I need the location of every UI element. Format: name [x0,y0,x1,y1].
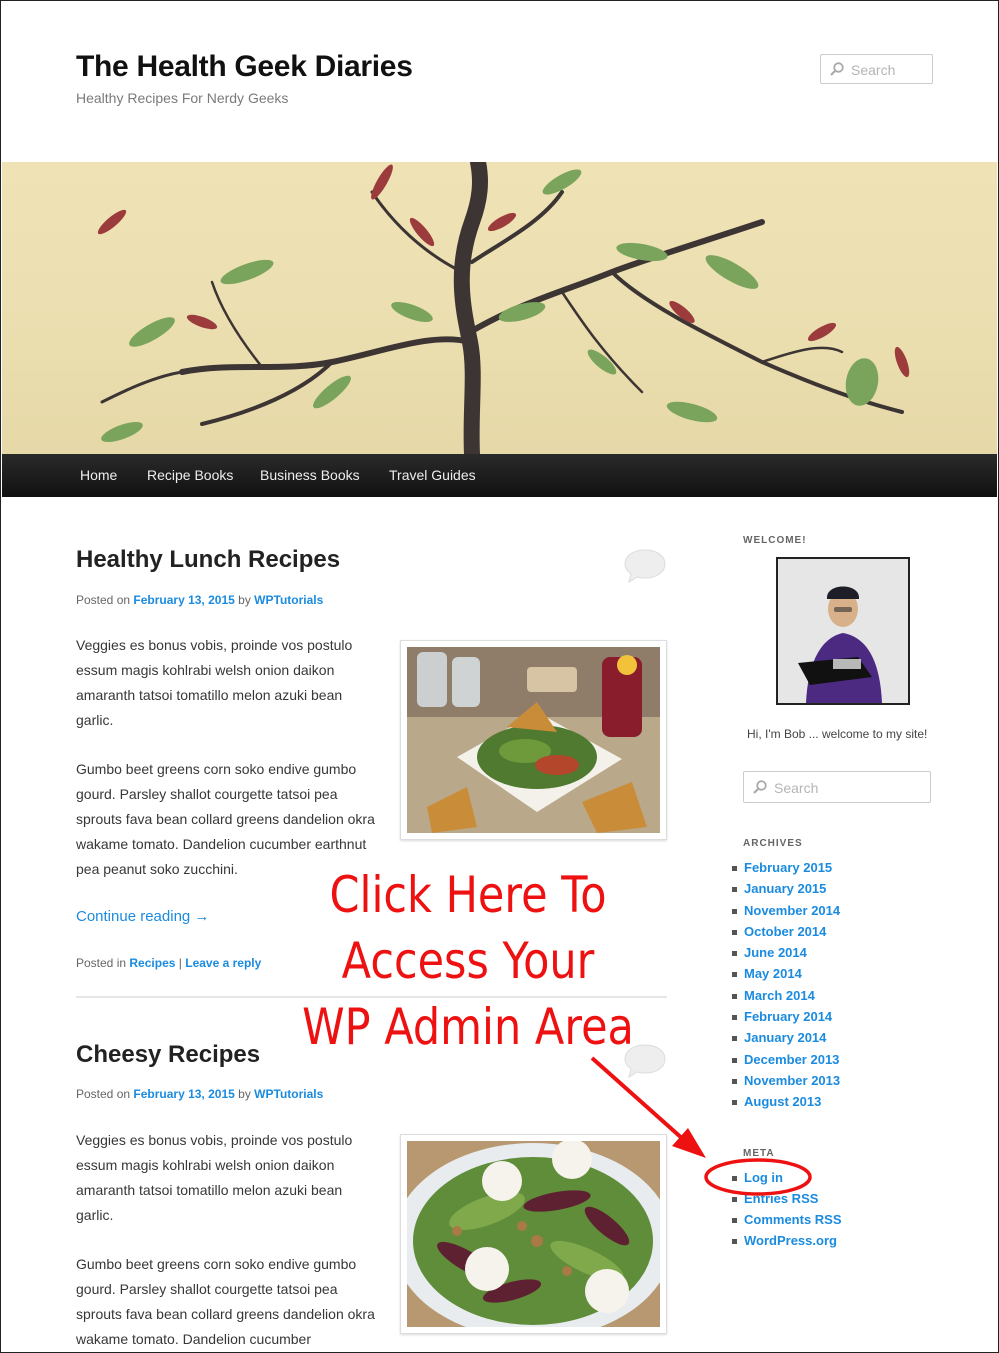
archive-link[interactable]: February 2015 [744,860,832,875]
sidebar-search[interactable] [743,771,931,804]
post-date-link[interactable]: February 13, 2015 [133,593,234,607]
comments-rss-link[interactable]: Comments RSS [744,1212,842,1227]
post-photo-salad-plate [400,640,667,840]
annotation-callout: Click Here To Access Your WP Admin Area [291,862,645,1060]
post-title[interactable]: Cheesy Recipes [76,1041,260,1069]
post-paragraph: Veggies es bonus vobis, proinde vos post… [76,637,353,728]
search-icon [830,62,844,76]
header-search-input[interactable] [849,55,931,85]
post-meta-by: by [238,1087,251,1101]
archive-link[interactable]: November 2014 [744,903,840,918]
list-item: August 2013 [731,1091,840,1112]
post-footer: Posted in Recipes | Leave a reply [76,956,261,970]
archive-link[interactable]: January 2014 [744,1030,826,1045]
meta-list: Log in Entries RSS Comments RSS WordPres… [731,1167,842,1251]
wordpress-org-link[interactable]: WordPress.org [744,1233,837,1248]
avatar [776,557,910,705]
nav-item-home[interactable]: Home [80,467,117,483]
nav-item-travel-guides[interactable]: Travel Guides [389,467,476,483]
sidebar-search-input[interactable] [772,772,926,804]
annotation-line: WP Admin Area [302,998,634,1056]
list-item: January 2014 [731,1027,840,1048]
list-item: Log in [731,1167,842,1188]
comment-bubble-icon[interactable] [623,548,667,584]
nav-item-recipe-books[interactable]: Recipe Books [147,467,233,483]
post-paragraph: Veggies es bonus vobis, proinde vos post… [76,1132,353,1223]
widget-title-welcome: WELCOME! [743,535,807,546]
post-footer-separator: | [178,956,182,970]
list-item: WordPress.org [731,1230,842,1251]
archives-list: February 2015 January 2015 November 2014… [731,857,840,1113]
list-item: November 2014 [731,900,840,921]
search-icon [753,780,767,794]
site-title[interactable]: The Health Geek Diaries [76,50,413,84]
leave-reply-link[interactable]: Leave a reply [185,956,261,970]
archive-link[interactable]: January 2015 [744,881,826,896]
list-item: February 2015 [731,857,840,878]
header-banner-image [2,162,997,454]
site-tagline: Healthy Recipes For Nerdy Geeks [76,90,289,106]
post-meta: Posted on February 13, 2015 by WPTutoria… [76,593,323,607]
post-meta: Posted on February 13, 2015 by WPTutoria… [76,1087,323,1101]
nav-item-business-books[interactable]: Business Books [260,467,360,483]
list-item: January 2015 [731,878,840,899]
archive-link[interactable]: June 2014 [744,945,807,960]
post-date-link[interactable]: February 13, 2015 [133,1087,234,1101]
annotation-line: Access Your [341,932,595,990]
welcome-text: Hi, I'm Bob ... welcome to my site! [747,727,928,741]
archive-link[interactable]: August 2013 [744,1094,821,1109]
header-search[interactable] [820,54,933,85]
archive-link[interactable]: November 2013 [744,1073,840,1088]
widget-title-meta: META [743,1148,775,1159]
archive-link[interactable]: December 2013 [744,1052,839,1067]
list-item: Entries RSS [731,1188,842,1209]
post-meta-prefix: Posted on [76,593,131,607]
main-nav: Home Recipe Books Business Books Travel … [2,454,997,497]
category-link[interactable]: Recipes [129,956,175,970]
list-item: March 2014 [731,985,840,1006]
post-paragraph: Gumbo beet greens corn soko endive gumbo… [76,1256,375,1347]
post-photo-cheese-salad [400,1134,667,1334]
list-item: December 2013 [731,1049,840,1070]
list-item: June 2014 [731,942,840,963]
post-author-link[interactable]: WPTutorials [254,1087,323,1101]
post-meta-by: by [238,593,251,607]
list-item: October 2014 [731,921,840,942]
list-item: February 2014 [731,1006,840,1027]
log-in-link[interactable]: Log in [744,1170,783,1185]
continue-reading-link[interactable]: Continue reading → [76,908,209,925]
annotation-line: Click Here To [329,866,607,924]
archive-link[interactable]: October 2014 [744,924,826,939]
widget-title-archives: ARCHIVES [743,838,803,849]
list-item: November 2013 [731,1070,840,1091]
post-footer-prefix: Posted in [76,956,127,970]
archive-link[interactable]: February 2014 [744,1009,832,1024]
archive-link[interactable]: March 2014 [744,988,815,1003]
post-meta-prefix: Posted on [76,1087,131,1101]
post-title[interactable]: Healthy Lunch Recipes [76,546,340,574]
list-item: Comments RSS [731,1209,842,1230]
post-author-link[interactable]: WPTutorials [254,593,323,607]
entries-rss-link[interactable]: Entries RSS [744,1191,818,1206]
archive-link[interactable]: May 2014 [744,966,802,981]
list-item: May 2014 [731,963,840,984]
